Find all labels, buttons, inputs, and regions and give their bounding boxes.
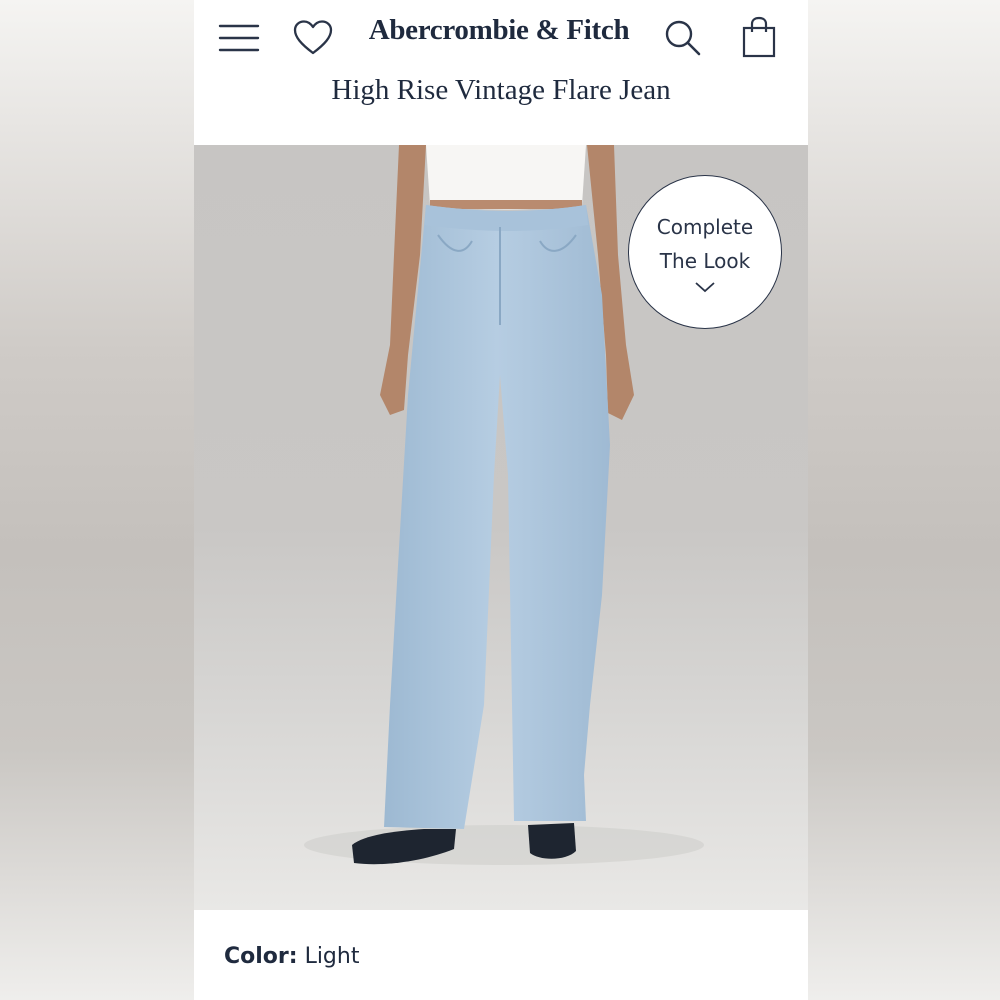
complete-the-look-line1: Complete	[656, 215, 754, 239]
color-value: Light	[304, 944, 360, 969]
complete-the-look-line2: The Look	[659, 249, 751, 273]
shopping-bag-icon	[742, 16, 776, 58]
menu-button[interactable]	[216, 18, 262, 58]
heart-icon	[293, 20, 333, 55]
background-right	[808, 0, 1000, 1000]
complete-the-look-button[interactable]: Complete The Look	[628, 175, 782, 329]
product-page: Abercrombie & Fitch High Rise Vintage Fl…	[194, 0, 808, 1000]
color-selector: Color: Light	[224, 944, 359, 969]
search-button[interactable]	[660, 16, 706, 60]
wishlist-button[interactable]	[290, 16, 336, 60]
background-left	[0, 0, 194, 1000]
menu-icon	[218, 24, 260, 52]
brand-logo[interactable]: Abercrombie & Fitch	[344, 14, 654, 47]
product-title: High Rise Vintage Flare Jean	[331, 74, 671, 106]
search-icon	[665, 20, 701, 56]
shopping-bag-button[interactable]	[734, 12, 784, 62]
header: Abercrombie & Fitch High Rise Vintage Fl…	[194, 0, 808, 145]
chevron-down-icon	[695, 282, 715, 293]
color-label: Color:	[224, 944, 298, 969]
product-image[interactable]: Complete The Look	[194, 145, 808, 910]
